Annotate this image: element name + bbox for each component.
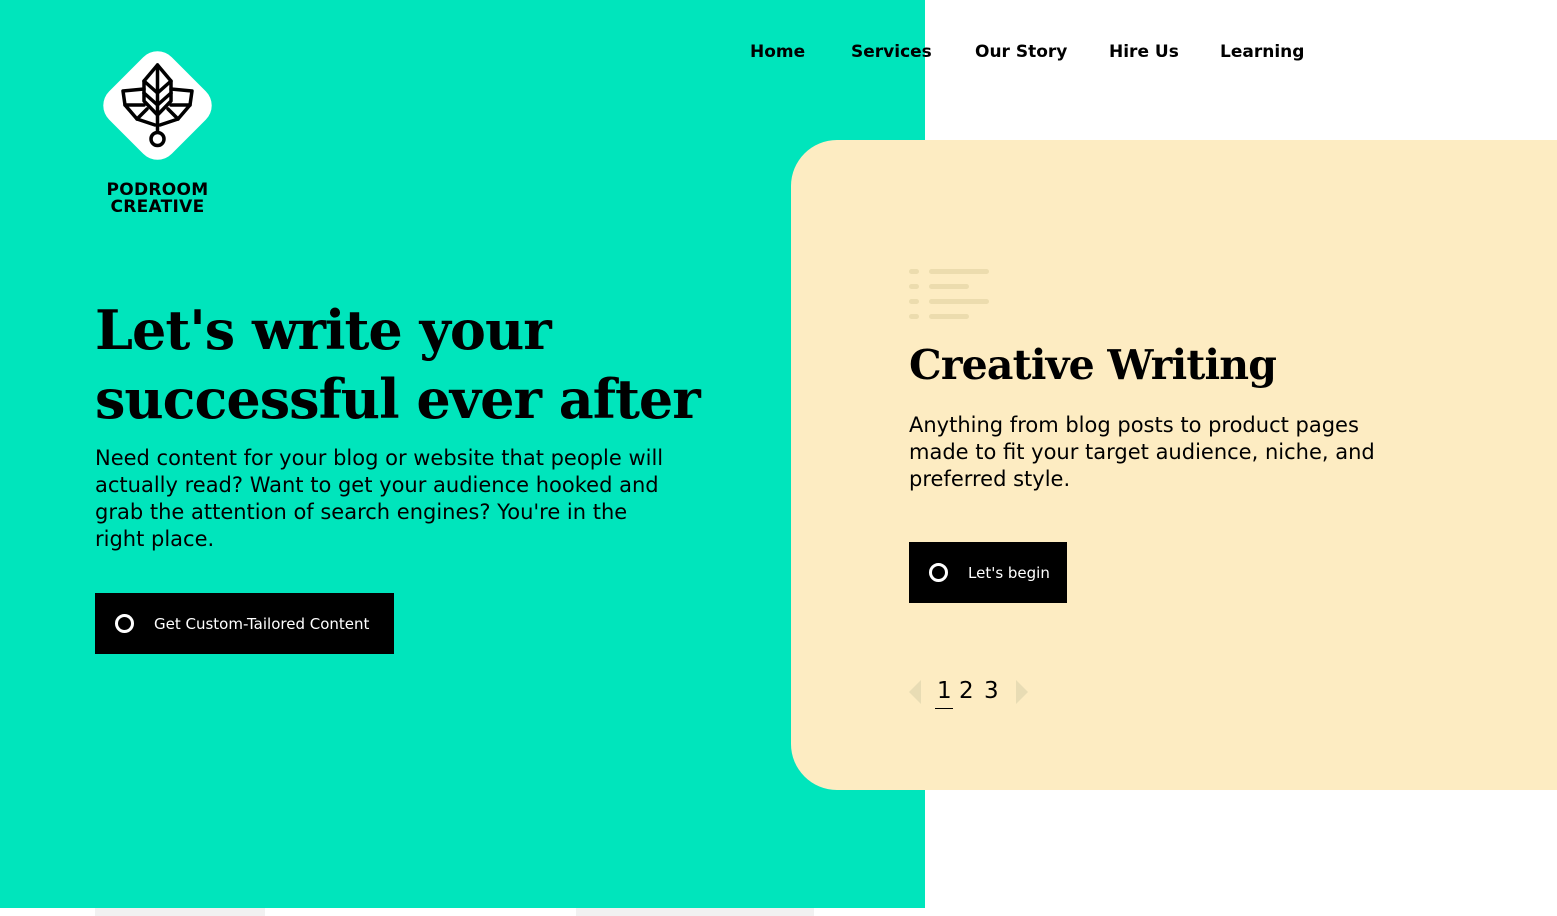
hero-title: Let's write your successful ever after (95, 298, 701, 431)
previous-arrow-icon[interactable] (909, 680, 921, 704)
leaf-logo-icon (103, 51, 212, 160)
button-label: Get Custom-Tailored Content (154, 614, 370, 633)
nav-item-services[interactable]: Services (851, 42, 932, 62)
get-custom-content-button[interactable]: Get Custom-Tailored Content (95, 593, 394, 654)
bottom-strip (95, 908, 265, 916)
nav-item-learning[interactable]: Learning (1220, 42, 1304, 62)
nav-item-our-story[interactable]: Our Story (975, 42, 1067, 62)
lets-begin-button[interactable]: Let's begin (909, 542, 1067, 603)
card-description: Anything from blog posts to product page… (909, 413, 1375, 491)
hero-description: Need content for your blog or website th… (95, 446, 664, 551)
list-icon (909, 269, 989, 319)
nav-item-home[interactable]: Home (750, 42, 805, 62)
button-label: Let's begin (968, 563, 1050, 582)
circle-icon (929, 563, 948, 582)
page-2-link[interactable]: 2 (959, 676, 974, 706)
brand-logo-link[interactable]: PODROOM CREATIVE (95, 43, 220, 216)
page: PODROOM CREATIVE Home Services Our Story… (0, 0, 1557, 916)
card-title: Creative Writing (909, 341, 1277, 389)
page-3-link[interactable]: 3 (984, 676, 999, 706)
brand-name: PODROOM CREATIVE (95, 182, 220, 216)
page-1-link[interactable]: 1 (935, 676, 953, 709)
nav-item-hire-us[interactable]: Hire Us (1109, 42, 1179, 62)
brand-name-line2: CREATIVE (110, 197, 205, 217)
circle-icon (115, 614, 134, 633)
bottom-strip (576, 908, 814, 916)
next-arrow-icon[interactable] (1016, 680, 1028, 704)
slider-pagination: 1 2 3 (909, 676, 1039, 710)
